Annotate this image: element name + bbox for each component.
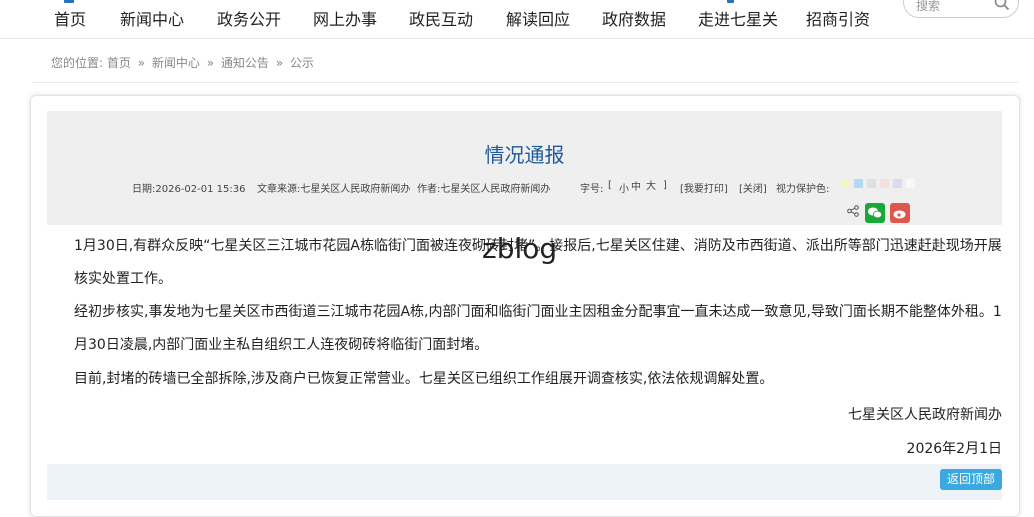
close-link[interactable]: [关闭]	[739, 180, 767, 195]
article-source: 文章来源:七星关区人民政府新闻办	[257, 184, 411, 195]
nav-item-home[interactable]: 首页	[54, 6, 86, 30]
font-size-label: 字号:	[580, 184, 604, 195]
article-date: 日期:2026-02-01 15:36	[132, 184, 246, 195]
article-sign-date: 2026年2月1日	[906, 441, 1002, 457]
eye-protection-label: 视力保护色:	[776, 184, 830, 195]
eye-color-swatch[interactable]	[880, 179, 889, 188]
font-medium-button[interactable]: 中	[631, 178, 641, 193]
breadcrumb-separator: »	[206, 56, 215, 70]
nav-item-gov-affairs[interactable]: 政务公开	[217, 6, 281, 30]
article-title: 情况通报	[484, 143, 565, 167]
footer-bar	[47, 464, 1002, 500]
breadcrumb-prefix: 您的位置:	[51, 56, 104, 70]
divider	[32, 82, 1018, 83]
nav-item-news[interactable]: 新闻中心	[120, 6, 184, 30]
article-signature: 七星关区人民政府新闻办	[848, 407, 1002, 423]
breadcrumb-home[interactable]: 首页	[107, 56, 131, 70]
breadcrumb-separator: »	[137, 56, 146, 70]
font-size-bracket: [	[608, 180, 612, 191]
article-paragraph: 目前,封堵的砖墙已全部拆除,涉及商户已恢复正常营业。七星关区已组织工作组展开调查…	[47, 363, 1002, 396]
weibo-icon[interactable]	[890, 203, 910, 223]
article-paragraph-text: 经初步核实,事发地为七星关区市西街道三江城市花园A栋,内部门面和临街门面业主因租…	[74, 304, 1002, 353]
share-icon[interactable]	[847, 205, 859, 217]
home-icon	[64, 0, 74, 3]
search-input[interactable]: 搜索	[916, 0, 940, 14]
eye-color-swatch[interactable]	[893, 179, 902, 188]
breadcrumb: 您的位置: 首页 » 新闻中心 » 通知公告 » 公示	[51, 54, 314, 71]
nav-item-interpretation[interactable]: 解读回应	[506, 6, 570, 30]
nav-item-gov-data[interactable]: 政府数据	[602, 6, 666, 30]
article-header: 情况通报 日期:2026-02-01 15:36 文章来源:七星关区人民政府新闻…	[47, 111, 1002, 225]
eye-color-swatch[interactable]	[841, 179, 850, 188]
nav-icon	[727, 0, 734, 3]
font-large-button[interactable]: 大	[646, 177, 656, 192]
print-link[interactable]: [我要打印]	[680, 180, 728, 195]
nav-item-interaction[interactable]: 政民互动	[409, 6, 473, 30]
eye-color-swatch[interactable]	[854, 179, 863, 188]
article-paragraph: 经初步核实,事发地为七星关区市西街道三江城市花园A栋,内部门面和临街门面业主因租…	[47, 296, 1002, 362]
nav-item-online-services[interactable]: 网上办事	[313, 6, 377, 30]
font-small-button[interactable]: 小	[619, 180, 629, 195]
eye-color-swatch[interactable]	[867, 179, 876, 188]
top-nav: 首页 新闻中心 政务公开 网上办事 政民互动 解读回应 政府数据 走进七星关 招…	[0, 0, 1034, 39]
watermark: zblog	[482, 232, 558, 265]
wechat-icon[interactable]	[865, 203, 885, 223]
nav-item-about[interactable]: 走进七星关	[698, 6, 778, 30]
back-to-top-button[interactable]: 返回顶部	[940, 469, 1002, 490]
article-paragraph-text: 目前,封堵的砖墙已全部拆除,涉及商户已恢复正常营业。七星关区已组织工作组展开调查…	[74, 371, 774, 387]
breadcrumb-public-notice[interactable]: 公示	[290, 56, 314, 70]
breadcrumb-separator: »	[275, 56, 284, 70]
article-author: 作者:七星关区人民政府新闻办	[417, 184, 551, 195]
search-box[interactable]: 搜索	[903, 0, 1019, 18]
search-icon[interactable]	[994, 0, 1010, 11]
breadcrumb-notices[interactable]: 通知公告	[221, 56, 269, 70]
font-size-bracket: ]	[663, 180, 667, 191]
breadcrumb-news[interactable]: 新闻中心	[152, 56, 200, 70]
eye-color-swatch[interactable]	[906, 179, 915, 188]
nav-item-investment[interactable]: 招商引资	[806, 6, 870, 30]
